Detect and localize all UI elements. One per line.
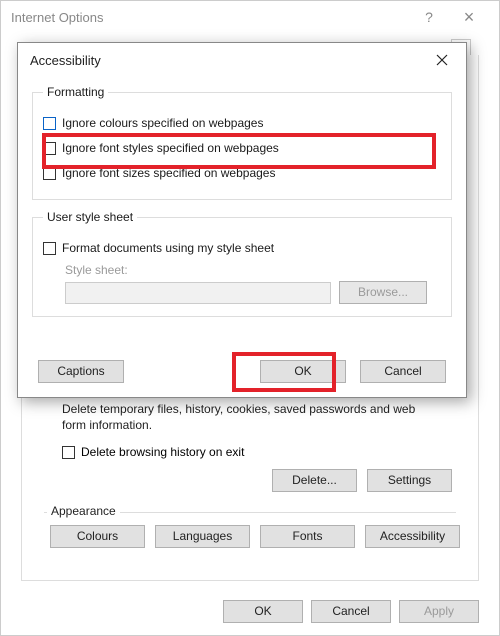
fonts-button[interactable]: Fonts (260, 525, 355, 548)
delete-on-exit-row: Delete browsing history on exit (62, 445, 244, 459)
formatting-group: Formatting Ignore colours specified on w… (32, 85, 452, 200)
stylesheet-label-row: Style sheet: (43, 263, 441, 277)
delete-on-exit-label: Delete browsing history on exit (81, 445, 244, 459)
delete-button[interactable]: Delete... (272, 469, 357, 492)
ignore-colours-label: Ignore colours specified on webpages (62, 116, 263, 130)
accessibility-close-button[interactable] (424, 47, 460, 73)
history-buttons-row: Delete... Settings (272, 469, 452, 492)
delete-description: Delete temporary files, history, cookies… (62, 401, 438, 433)
ignore-colours-row: Ignore colours specified on webpages (43, 112, 441, 134)
accessibility-body: Formatting Ignore colours specified on w… (28, 79, 456, 349)
internet-options-bottom-buttons: OK Cancel Apply (1, 587, 499, 635)
ignore-fontstyles-checkbox[interactable] (43, 142, 56, 155)
ignore-fontsizes-row: Ignore font sizes specified on webpages (43, 162, 441, 184)
ignore-fontsizes-checkbox[interactable] (43, 167, 56, 180)
accessibility-bottom-buttons: Captions OK Cancel (18, 345, 466, 397)
delete-on-exit-checkbox[interactable] (62, 446, 75, 459)
accessibility-titlebar: Accessibility (18, 43, 466, 77)
ignore-fontstyles-label: Ignore font styles specified on webpages (62, 141, 279, 155)
ignore-fontsizes-label: Ignore font sizes specified on webpages (62, 166, 275, 180)
io-ok-button[interactable]: OK (223, 600, 303, 623)
help-button[interactable]: ? (409, 9, 449, 25)
formatting-legend: Formatting (43, 85, 108, 99)
window-title: Internet Options (11, 10, 409, 25)
appearance-label: Appearance (47, 504, 120, 518)
languages-button[interactable]: Languages (155, 525, 250, 548)
ignore-fontstyles-row: Ignore font styles specified on webpages (43, 137, 441, 159)
stylesheet-input-row: Browse... (43, 281, 441, 304)
captions-button[interactable]: Captions (38, 360, 124, 383)
close-icon (436, 54, 448, 66)
stylesheet-input (65, 282, 331, 304)
accessibility-cancel-button[interactable]: Cancel (360, 360, 446, 383)
colours-button[interactable]: Colours (50, 525, 145, 548)
internet-options-titlebar: Internet Options ? × (1, 1, 499, 33)
browse-button: Browse... (339, 281, 427, 304)
use-stylesheet-row: Format documents using my style sheet (43, 237, 441, 259)
accessibility-title: Accessibility (30, 53, 424, 68)
use-stylesheet-checkbox[interactable] (43, 242, 56, 255)
user-stylesheet-group: User style sheet Format documents using … (32, 210, 452, 317)
use-stylesheet-label: Format documents using my style sheet (62, 241, 274, 255)
accessibility-button[interactable]: Accessibility (365, 525, 460, 548)
ignore-colours-checkbox[interactable] (43, 117, 56, 130)
accessibility-ok-button[interactable]: OK (260, 360, 346, 383)
io-apply-button: Apply (399, 600, 479, 623)
io-cancel-button[interactable]: Cancel (311, 600, 391, 623)
close-button[interactable]: × (449, 7, 489, 28)
appearance-buttons-row: Colours Languages Fonts Accessibility (50, 525, 460, 548)
accessibility-dialog: Accessibility Formatting Ignore colours … (17, 42, 467, 398)
settings-button[interactable]: Settings (367, 469, 452, 492)
stylesheet-label: Style sheet: (65, 263, 128, 277)
user-stylesheet-legend: User style sheet (43, 210, 137, 224)
